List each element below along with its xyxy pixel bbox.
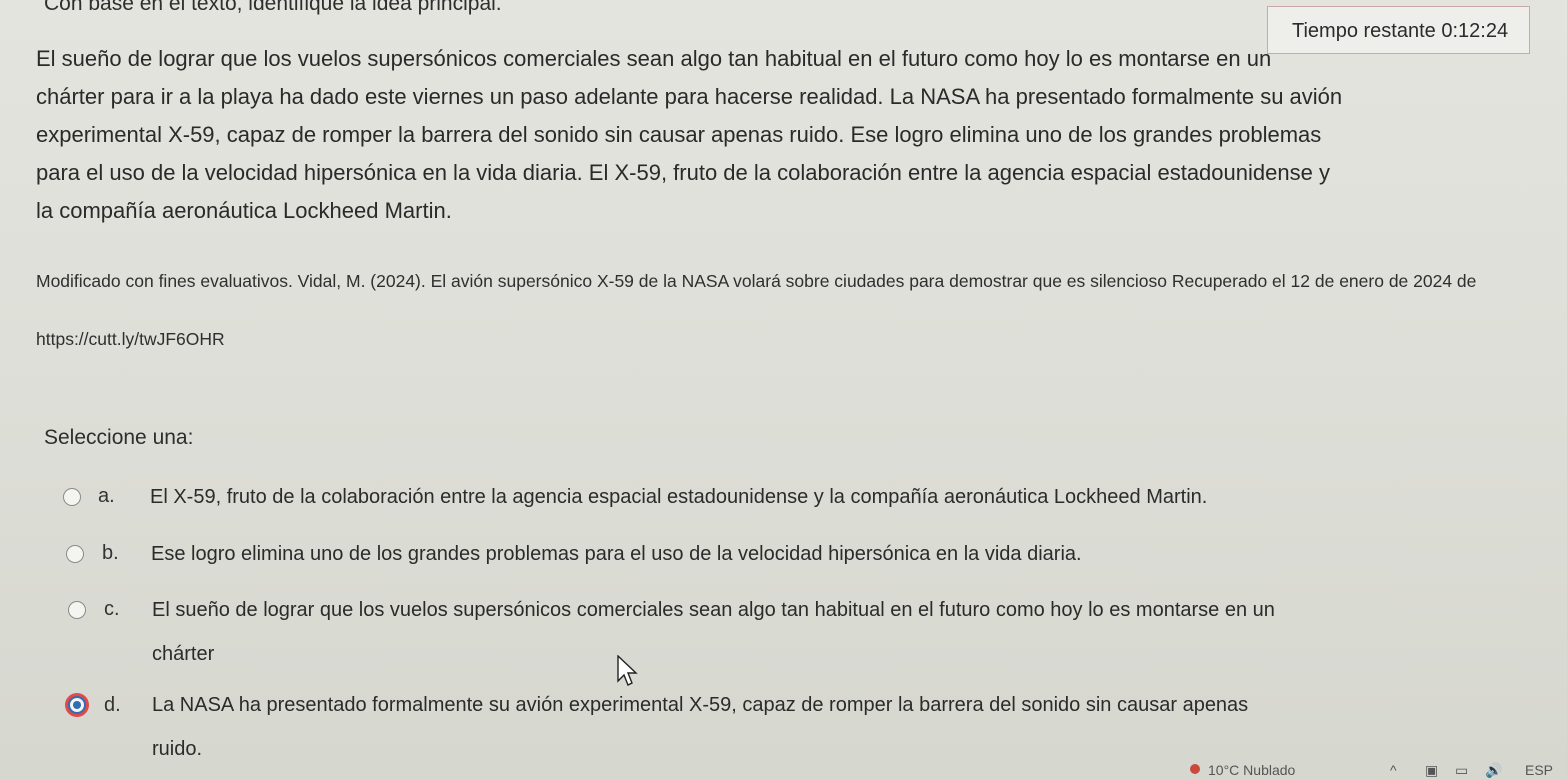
- option-letter: a.: [98, 485, 115, 507]
- reading-passage: El sueño de lograr que los vuelos supers…: [36, 40, 1516, 230]
- timer-label: Tiempo restante: [1292, 20, 1436, 42]
- option-line: chárter: [152, 643, 215, 665]
- option-text[interactable]: La NASA ha presentado formalmente su avi…: [152, 683, 1248, 771]
- option-line: ruido.: [152, 738, 203, 760]
- radio-option-d[interactable]: [68, 696, 86, 714]
- radio-option-b[interactable]: [66, 545, 84, 563]
- citation-line: Modificado con fines evaluativos. Vidal,…: [36, 271, 1477, 291]
- passage-line: chárter para ir a la playa ha dado este …: [36, 84, 1343, 109]
- weather-alert-icon: [1190, 764, 1200, 774]
- select-label: Seleccione una:: [44, 426, 194, 449]
- option-text[interactable]: El X-59, fruto de la colaboración entre …: [150, 475, 1207, 519]
- volume-icon[interactable]: 🔊: [1485, 762, 1502, 779]
- citation-url: https://cutt.ly/twJF6OHR: [36, 329, 225, 349]
- language-indicator[interactable]: ESP: [1525, 762, 1553, 778]
- option-line: El X-59, fruto de la colaboración entre …: [150, 486, 1208, 508]
- option-line: El sueño de lograr que los vuelos supers…: [152, 599, 1275, 621]
- option-line: La NASA ha presentado formalmente su avi…: [152, 694, 1249, 716]
- option-letter: b.: [102, 542, 119, 564]
- system-taskbar: 10°C Nublado ^ ▣ ▭ 🔊 ESP: [1180, 758, 1567, 780]
- radio-option-c[interactable]: [68, 601, 86, 619]
- passage-line: experimental X-59, capaz de romper la ba…: [36, 122, 1322, 147]
- option-text[interactable]: Ese logro elimina uno de los grandes pro…: [151, 532, 1082, 576]
- timer-value: 0:12:24: [1441, 20, 1509, 42]
- option-text[interactable]: El sueño de lograr que los vuelos supers…: [152, 588, 1275, 676]
- option-line: Ese logro elimina uno de los grandes pro…: [151, 543, 1082, 565]
- network-icon[interactable]: ▣: [1425, 762, 1438, 779]
- radio-option-a[interactable]: [63, 488, 81, 506]
- weather-status: 10°C Nublado: [1208, 762, 1296, 778]
- source-citation: Modificado con fines evaluativos. Vidal,…: [36, 252, 1536, 368]
- passage-line: El sueño de lograr que los vuelos supers…: [36, 46, 1272, 71]
- passage-line: la compañía aeronáutica Lockheed Martin.: [36, 198, 452, 223]
- option-letter: d.: [104, 694, 121, 716]
- mouse-cursor-icon: [617, 655, 638, 686]
- battery-icon[interactable]: ▭: [1455, 762, 1468, 779]
- quiz-page: Con base en el texto, identifique la ide…: [0, 0, 1567, 780]
- option-letter: c.: [104, 598, 120, 620]
- chevron-up-icon[interactable]: ^: [1390, 762, 1397, 778]
- question-prompt: Con base en el texto, identifique la ide…: [44, 0, 502, 15]
- passage-line: para el uso de la velocidad hipersónica …: [36, 160, 1330, 185]
